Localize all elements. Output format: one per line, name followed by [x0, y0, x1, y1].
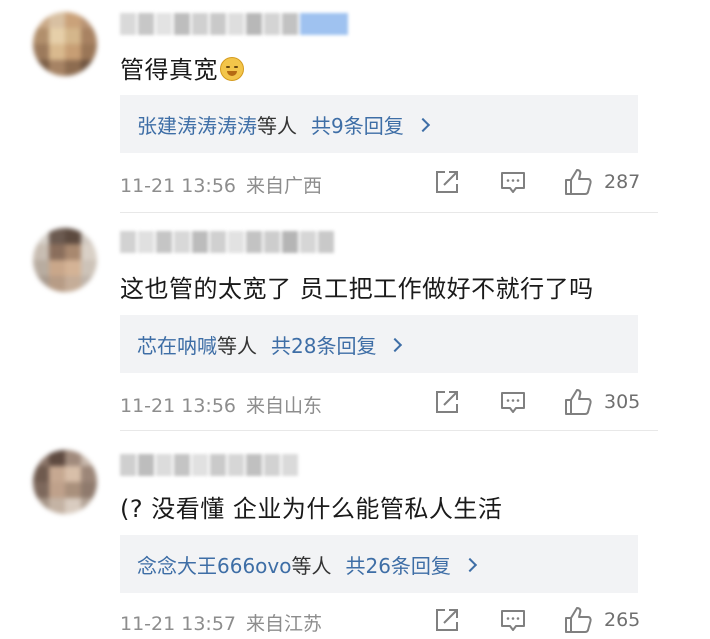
- comment-location: 来自山东: [246, 395, 323, 417]
- reply-suffix: 等人: [257, 113, 297, 138]
- replies-summary[interactable]: 念念大王666ovo 等人 共26条回复: [120, 535, 638, 593]
- share-icon[interactable]: [434, 607, 460, 633]
- comment-time: 11-21 13:56: [120, 395, 237, 417]
- avatar[interactable]: [33, 12, 97, 76]
- reply-authors-link[interactable]: 张建涛涛涛涛: [137, 110, 257, 139]
- username-blurred[interactable]: [120, 13, 348, 35]
- reply-authors-link[interactable]: 念念大王666ovo: [137, 550, 291, 579]
- thumbs-up-icon[interactable]: [563, 167, 593, 197]
- comment-location: 来自广西: [246, 175, 323, 197]
- reply-suffix: 等人: [217, 333, 257, 358]
- username-blurred[interactable]: [120, 454, 298, 476]
- comment-text: 这也管的太宽了 员工把工作做好不就行了吗: [120, 275, 594, 303]
- chevron-right-icon: [462, 557, 478, 573]
- replies-summary[interactable]: 张建涛涛涛涛 等人 共9条回复: [120, 95, 638, 153]
- share-icon[interactable]: [434, 389, 460, 415]
- comment-icon[interactable]: [500, 390, 526, 416]
- comment-meta: 11-21 13:57 来自江苏: [120, 609, 322, 636]
- thumbs-up-icon[interactable]: [563, 605, 593, 635]
- chevron-right-icon: [415, 117, 430, 133]
- avatar[interactable]: [33, 450, 97, 514]
- reply-count-link[interactable]: 共26条回复: [345, 550, 450, 579]
- comment-time: 11-21 13:56: [120, 175, 237, 197]
- comment-meta: 11-21 13:56 来自广西: [120, 171, 322, 198]
- divider: [120, 212, 658, 213]
- share-icon[interactable]: [434, 169, 460, 195]
- avatar[interactable]: [33, 228, 97, 292]
- username-blurred[interactable]: [120, 231, 334, 253]
- like-count: 265: [604, 609, 641, 631]
- comment-icon[interactable]: [500, 170, 526, 196]
- like-count: 305: [604, 391, 641, 413]
- grimacing-emoji-icon: [220, 57, 244, 81]
- comment-location: 来自江苏: [246, 613, 323, 635]
- comment-text: 管得真宽: [120, 50, 244, 85]
- comment-text: (? 没看懂 企业为什么能管私人生活: [120, 495, 503, 523]
- thumbs-up-icon[interactable]: [563, 387, 593, 417]
- replies-summary[interactable]: 芯在呐喊 等人 共28条回复: [120, 315, 638, 373]
- comment-text-content: 管得真宽: [120, 56, 218, 84]
- reply-authors-link[interactable]: 芯在呐喊: [137, 330, 217, 359]
- like-count: 287: [604, 171, 641, 193]
- reply-count-link[interactable]: 共9条回复: [311, 110, 404, 139]
- chevron-right-icon: [388, 337, 403, 353]
- divider: [120, 430, 658, 431]
- reply-suffix: 等人: [291, 553, 332, 578]
- comment-time: 11-21 13:57: [120, 613, 237, 635]
- comment-meta: 11-21 13:56 来自山东: [120, 391, 322, 418]
- comment-icon[interactable]: [500, 608, 526, 634]
- reply-count-link[interactable]: 共28条回复: [271, 330, 376, 359]
